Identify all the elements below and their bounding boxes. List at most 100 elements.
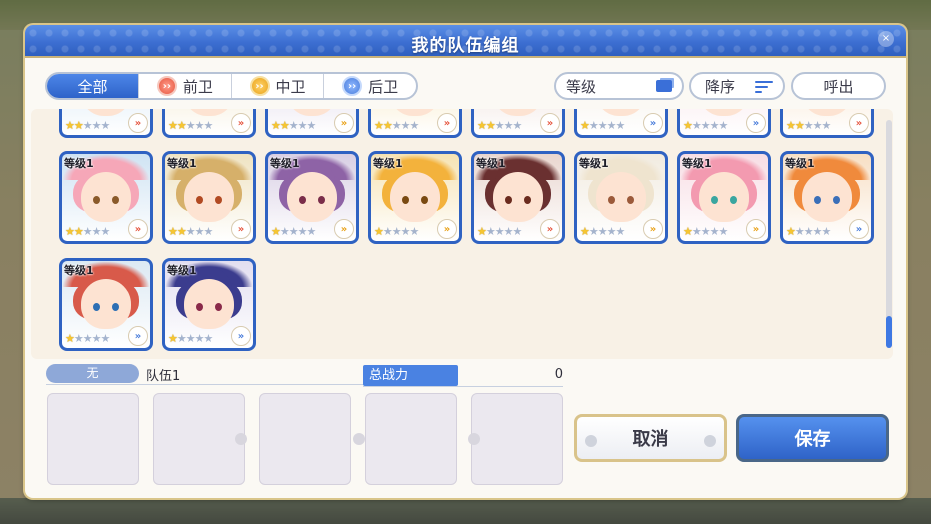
tab-all[interactable]: 全部 <box>47 74 139 98</box>
slot-separator-icon <box>468 433 480 445</box>
star-icon: ★ <box>485 119 496 132</box>
tab-front[interactable]: ›› 前卫 <box>139 74 232 98</box>
save-button[interactable]: 保存 <box>736 414 889 462</box>
star-icon: ★ <box>65 119 75 132</box>
character-card[interactable]: ★★★★★» <box>368 109 462 138</box>
character-card[interactable]: 等级1 ★★★★★» <box>780 151 874 244</box>
character-card[interactable]: 等级1 ★★★★★» <box>574 151 668 244</box>
character-card[interactable]: ★★★★★» <box>677 109 771 138</box>
star-icon: ★ <box>203 332 214 345</box>
character-card[interactable]: 等级1 ★★★★★» <box>368 151 462 244</box>
sort-order-button[interactable]: 降序 <box>689 72 785 100</box>
character-level: 等级1 <box>579 157 609 170</box>
character-card[interactable]: 等级1 ★★★★★» <box>471 151 565 244</box>
character-portrait: 等级1 ★★★★★» <box>62 261 150 348</box>
star-icon: ★ <box>709 119 720 132</box>
star-icon: ★ <box>691 119 702 132</box>
star-icon: ★ <box>597 119 608 132</box>
star-icon: ★ <box>271 225 281 238</box>
character-card[interactable]: ★★★★★» <box>162 109 256 138</box>
star-rating: ★★★★★ <box>168 225 214 238</box>
star-icon: ★ <box>306 119 317 132</box>
star-icon: ★ <box>297 119 308 132</box>
character-face <box>699 109 749 116</box>
character-card[interactable]: 等级1 ★★★★★» <box>162 151 256 244</box>
star-icon: ★ <box>288 225 299 238</box>
character-face <box>596 109 646 116</box>
star-icon: ★ <box>494 119 505 132</box>
tab-front-label: 前卫 <box>182 77 213 96</box>
star-icon: ★ <box>194 332 205 345</box>
character-face <box>287 109 337 116</box>
star-icon: ★ <box>794 225 805 238</box>
dialog-title-bar: 我的队伍编组 × <box>25 25 906 58</box>
character-level: 等级1 <box>270 157 300 170</box>
call-out-label: 呼出 <box>823 77 854 96</box>
eye-shape <box>318 196 325 204</box>
character-face <box>699 172 749 222</box>
character-face <box>493 172 543 222</box>
character-face <box>390 109 440 116</box>
position-rank-icon: » <box>437 113 457 133</box>
eye-shape <box>196 303 203 311</box>
star-icon: ★ <box>494 225 505 238</box>
position-rank-icon: » <box>540 113 560 133</box>
party-slot-3[interactable] <box>259 393 351 485</box>
star-rating: ★★★★★ <box>580 119 625 132</box>
character-face <box>390 172 440 222</box>
character-card[interactable]: ★★★★★» <box>59 109 153 138</box>
party-tag[interactable]: 无 <box>46 364 139 383</box>
grid-scrollbar[interactable] <box>886 120 892 348</box>
party-slot-5[interactable] <box>471 393 563 485</box>
position-rank-icon: » <box>128 219 148 239</box>
eye-shape <box>299 196 306 204</box>
character-card[interactable]: 等级1 ★★★★★» <box>162 258 256 351</box>
character-level: 等级1 <box>167 157 197 170</box>
star-icon: ★ <box>185 332 196 345</box>
character-level: 等级1 <box>373 157 403 170</box>
star-rating: ★★★★★ <box>477 119 522 132</box>
star-icon: ★ <box>580 225 590 238</box>
star-icon: ★ <box>821 119 832 132</box>
character-card[interactable]: ★★★★★» <box>780 109 874 138</box>
star-icon: ★ <box>168 119 178 132</box>
character-card[interactable]: 等级1 ★★★★★» <box>59 258 153 351</box>
star-icon: ★ <box>176 332 187 345</box>
character-card[interactable]: ★★★★★» <box>265 109 359 138</box>
character-card[interactable]: 等级1 ★★★★★» <box>59 151 153 244</box>
character-grid[interactable]: ★★★★★» ★★★★★» ★★★★★» ★★★★★» ★★★★★» ★★★★★» ★★★★… <box>31 109 893 359</box>
star-icon: ★ <box>382 119 393 132</box>
eye-shape <box>196 196 203 204</box>
character-card[interactable]: ★★★★★» <box>574 109 668 138</box>
tab-back[interactable]: ›› 后卫 <box>324 74 416 98</box>
cancel-label: 取消 <box>632 429 669 450</box>
star-icon: ★ <box>580 119 590 132</box>
star-icon: ★ <box>168 332 178 345</box>
character-card[interactable]: 等级1 ★★★★★» <box>677 151 771 244</box>
star-icon: ★ <box>279 225 290 238</box>
scroll-thumb[interactable] <box>886 316 892 348</box>
cancel-button[interactable]: 取消 <box>574 414 727 462</box>
party-slot-2[interactable] <box>153 393 245 485</box>
back-position-icon: ›› <box>342 76 363 96</box>
character-level: 等级1 <box>785 157 815 170</box>
sort-by-level-button[interactable]: 等级 <box>554 72 684 100</box>
character-portrait: 等级1 ★★★★★» <box>62 154 150 241</box>
star-icon: ★ <box>700 119 711 132</box>
call-out-button[interactable]: 呼出 <box>791 72 886 100</box>
star-icon: ★ <box>100 332 111 345</box>
tab-middle[interactable]: ›› 中卫 <box>232 74 325 98</box>
star-icon: ★ <box>203 225 214 238</box>
party-slot-4[interactable] <box>365 393 457 485</box>
star-icon: ★ <box>100 225 111 238</box>
character-card[interactable]: 等级1 ★★★★★» <box>265 151 359 244</box>
star-rating: ★★★★★ <box>786 119 832 132</box>
character-face <box>184 109 234 116</box>
character-portrait: 等级1 ★★★★★» <box>165 154 253 241</box>
character-card[interactable]: ★★★★★ » <box>471 109 565 138</box>
eye-shape <box>93 196 100 204</box>
character-level: 等级1 <box>64 157 94 170</box>
position-rank-icon: » <box>540 219 560 239</box>
star-icon: ★ <box>477 119 487 132</box>
party-slot-1[interactable] <box>47 393 139 485</box>
